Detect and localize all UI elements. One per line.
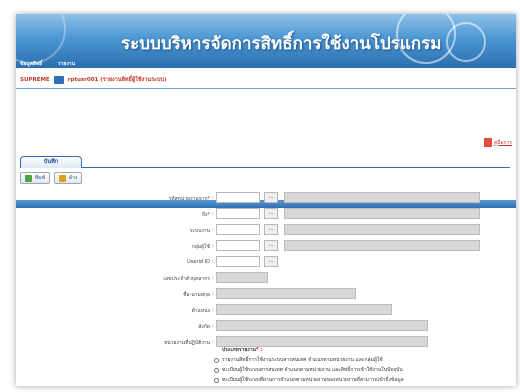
field-row-position: ตำแหน่ง : xyxy=(16,304,516,316)
unit-to-name xyxy=(284,208,480,219)
position-value xyxy=(216,304,392,315)
userid-input[interactable] xyxy=(216,256,260,267)
header-banner: ระบบบริหารจัดการสิทธิ์การใช้งานโปรแกรม ข… xyxy=(16,14,516,68)
home-icon[interactable] xyxy=(53,76,64,84)
report-type-option[interactable]: ทะเบียนผู้ใช้ระบบสารสนเทศ จำแนกตามหน่วยง… xyxy=(214,366,404,374)
field-row-system: ระบบงาน : ... xyxy=(16,224,516,236)
breadcrumb: SUPREME rptusr001 (รายงานสิทธิ์ผู้ใช้งาน… xyxy=(20,74,167,86)
decorative-swirl xyxy=(16,14,66,64)
decorative-swirl xyxy=(446,22,486,62)
field-row-unit-to: ถึง* : ... xyxy=(16,208,516,220)
top-nav: ข้อมูลสิทธิ์ รายงาน xyxy=(20,60,89,68)
field-row-userid: Userid ID : ... xyxy=(16,256,516,268)
manual-link[interactable]: คู่มือการ xyxy=(483,138,512,147)
nav-item-reports[interactable]: รายงาน xyxy=(58,61,75,67)
system-input[interactable] xyxy=(216,224,260,235)
field-label: Userid ID xyxy=(187,259,210,265)
user-group-name xyxy=(284,240,480,251)
field-label: ชื่อ-นามสกุล xyxy=(183,292,210,298)
lookup-button[interactable]: ... xyxy=(264,240,278,251)
report-type-option[interactable]: ทะเบียนผู้ใช้ระบบที่ผ่านการจำแนกตามหน่วย… xyxy=(214,376,404,384)
printer-icon xyxy=(25,174,32,182)
radio-icon[interactable] xyxy=(214,357,219,363)
tab-bar: บันทึก xyxy=(20,154,510,168)
nav-item-permissions[interactable]: ข้อมูลสิทธิ์ xyxy=(20,61,42,67)
lookup-button[interactable]: ... xyxy=(264,256,278,267)
clear-button[interactable]: ล้าง xyxy=(53,172,83,184)
unit-to-input[interactable] xyxy=(216,208,260,219)
lookup-button[interactable]: ... xyxy=(264,208,278,219)
field-label: ระบบงาน xyxy=(189,228,210,234)
field-row-staff-id: เลขประจำตัวบุคลากร : xyxy=(16,272,516,284)
report-type-option-label: ทะเบียนผู้ใช้ระบบที่ผ่านการจำแนกตามหน่วย… xyxy=(222,377,404,383)
field-row-user-group: กลุ่มผู้ใช้ : ... xyxy=(16,240,516,252)
field-label: กลุ่มผู้ใช้ xyxy=(191,244,210,250)
divider xyxy=(16,88,516,89)
field-label: หน่วยงานที่ปฏิบัติงาน xyxy=(163,340,210,346)
unit-from-name xyxy=(284,192,480,203)
field-row-unit-from: รหัสหน่วยงานจาก* : ... xyxy=(16,192,516,204)
print-button-label: พิมพ์ xyxy=(35,175,45,181)
toolbar: พิมพ์ ล้าง xyxy=(20,172,83,184)
report-type-group: ประเภทรายงาน* : รายงานสิทธิ์การใช้งานระบ… xyxy=(214,346,404,386)
field-row-fullname: ชื่อ-นามสกุล : xyxy=(16,288,516,300)
radio-icon[interactable] xyxy=(214,367,219,373)
report-type-option-label: รายงานสิทธิ์การใช้งานระบบสารสนเทศ จำแนกต… xyxy=(222,357,383,363)
user-group-input[interactable] xyxy=(216,240,260,251)
field-label: ตำแหน่ง xyxy=(191,308,210,314)
lookup-button[interactable]: ... xyxy=(264,192,278,203)
app-title: ระบบบริหารจัดการสิทธิ์การใช้งานโปรแกรม xyxy=(121,34,442,54)
fullname-value xyxy=(216,288,356,299)
field-label: ถึง* xyxy=(202,212,210,218)
report-type-option-label: ทะเบียนผู้ใช้ระบบสารสนเทศ จำแนกตามหน่วยง… xyxy=(222,367,403,373)
field-row-affiliation: สังกัด : xyxy=(16,320,516,332)
tab-save[interactable]: บันทึก xyxy=(20,156,82,168)
field-label: เลขประจำตัวบุคลากร xyxy=(163,276,210,282)
radio-icon[interactable] xyxy=(214,377,219,383)
breadcrumb-page: rptusr001 (รายงานสิทธิ์ผู้ใช้งานระบบ) xyxy=(67,77,167,83)
field-label: สังกัด xyxy=(198,324,210,330)
field-label: รหัสหน่วยงานจาก* xyxy=(168,196,210,202)
unit-from-input[interactable] xyxy=(216,192,260,203)
print-button[interactable]: พิมพ์ xyxy=(20,172,50,184)
staff-id-value xyxy=(216,272,268,283)
app-window: ระบบบริหารจัดการสิทธิ์การใช้งานโปรแกรม ข… xyxy=(16,14,516,386)
lookup-button[interactable]: ... xyxy=(264,224,278,235)
breadcrumb-system[interactable]: SUPREME xyxy=(20,77,50,83)
report-type-option[interactable]: รายงานสิทธิ์การใช้งานระบบสารสนเทศ จำแนกต… xyxy=(214,356,404,364)
eraser-icon xyxy=(58,174,66,182)
report-type-label: ประเภทรายงาน* : xyxy=(222,347,263,353)
affiliation-value xyxy=(216,320,428,331)
manual-link-label: คู่มือการ xyxy=(493,139,512,146)
system-name xyxy=(284,224,480,235)
clear-button-label: ล้าง xyxy=(68,175,78,181)
pdf-icon xyxy=(483,138,492,147)
